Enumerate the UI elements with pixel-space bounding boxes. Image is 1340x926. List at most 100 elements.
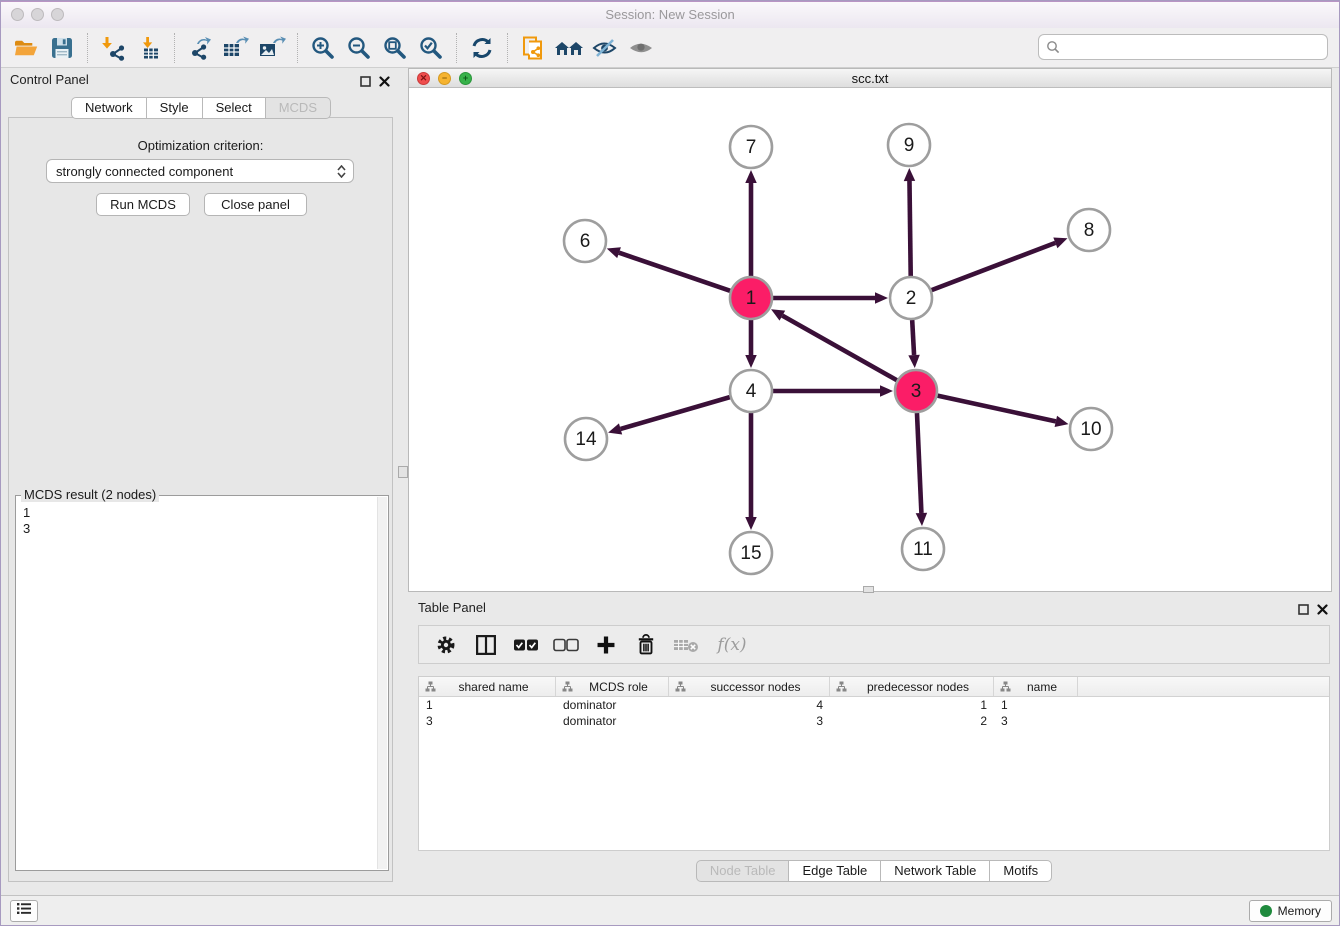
- result-scrollbar[interactable]: [377, 497, 387, 869]
- splitter-grip[interactable]: [398, 466, 408, 478]
- search-input[interactable]: [1064, 39, 1327, 56]
- tab-style[interactable]: Style: [147, 97, 203, 119]
- tree-icon: [1000, 681, 1011, 692]
- close-panel-icon[interactable]: [379, 74, 390, 92]
- export-image-icon[interactable]: [254, 31, 290, 65]
- export-network-icon[interactable]: [182, 31, 218, 65]
- column-header-successor-nodes[interactable]: successor nodes: [669, 677, 830, 696]
- network-title: scc.txt: [409, 71, 1331, 86]
- arrowhead-icon: [875, 292, 888, 304]
- arrowhead-icon: [745, 170, 757, 183]
- zoom-out-icon[interactable]: [341, 31, 377, 65]
- float-panel-icon[interactable]: [360, 74, 371, 92]
- arrowhead-icon: [908, 355, 919, 368]
- unselect-all-icon[interactable]: [549, 629, 583, 661]
- add-column-icon[interactable]: [589, 629, 623, 661]
- column-header-predecessor-nodes[interactable]: predecessor nodes: [830, 677, 994, 696]
- arrowhead-icon: [880, 385, 893, 397]
- table-cell: 2: [830, 714, 994, 728]
- network-graph[interactable]: 7968124314101511: [409, 87, 1331, 591]
- import-network-icon[interactable]: [95, 31, 131, 65]
- export-table-icon[interactable]: [218, 31, 254, 65]
- status-bar: Memory: [0, 895, 1340, 926]
- toolbar-separator: [87, 33, 88, 63]
- arrowhead-icon: [745, 517, 757, 530]
- arrowhead-icon: [904, 168, 915, 181]
- zoom-in-icon[interactable]: [305, 31, 341, 65]
- column-header-shared-name[interactable]: shared name: [419, 677, 556, 696]
- list-icon: [16, 902, 32, 920]
- table-panel: Table Panel f(x) shared nameMCDS rol: [408, 596, 1340, 890]
- node-label-8: 8: [1084, 220, 1095, 241]
- tab-network-table[interactable]: Network Table: [881, 860, 990, 882]
- table-cell: dominator: [556, 698, 669, 712]
- mcds-result-line: 3: [17, 521, 387, 537]
- zoom-selected-icon[interactable]: [413, 31, 449, 65]
- table-cell: 3: [419, 714, 556, 728]
- task-history-button[interactable]: [10, 900, 38, 922]
- table-cell: 1: [994, 698, 1078, 712]
- duplicate-network-icon[interactable]: [515, 31, 551, 65]
- node-label-15: 15: [740, 543, 761, 564]
- memory-button[interactable]: Memory: [1249, 900, 1332, 922]
- edge-3-10[interactable]: [937, 396, 1055, 422]
- show-eye-icon[interactable]: [623, 31, 659, 65]
- table-row[interactable]: 3dominator323: [419, 713, 1329, 729]
- tab-node-table[interactable]: Node Table: [696, 860, 790, 882]
- edge-2-3[interactable]: [912, 320, 914, 355]
- arrowhead-icon: [745, 355, 757, 368]
- select-all-icon[interactable]: [509, 629, 543, 661]
- mcds-result-line: 1: [17, 505, 387, 521]
- close-table-panel-icon[interactable]: [1317, 602, 1328, 620]
- table-header-row: shared nameMCDS rolesuccessor nodesprede…: [419, 677, 1329, 697]
- home-icon[interactable]: [551, 31, 587, 65]
- edge-4-14[interactable]: [621, 397, 730, 429]
- column-header-name[interactable]: name: [994, 677, 1078, 696]
- refresh-icon[interactable]: [464, 31, 500, 65]
- node-label-14: 14: [575, 429, 597, 450]
- edge-3-11[interactable]: [917, 413, 921, 513]
- tab-mcds[interactable]: MCDS: [266, 97, 331, 119]
- network-canvas-wrap[interactable]: 7968124314101511: [409, 87, 1331, 591]
- column-header-MCDS-role[interactable]: MCDS role: [556, 677, 669, 696]
- delete-column-icon[interactable]: [629, 629, 663, 661]
- search-box[interactable]: [1038, 34, 1328, 60]
- table-cell: dominator: [556, 714, 669, 728]
- tab-motifs[interactable]: Motifs: [990, 860, 1052, 882]
- show-columns-icon[interactable]: [469, 629, 503, 661]
- optimization-criterion-select[interactable]: strongly connected component: [46, 159, 354, 183]
- tab-network[interactable]: Network: [71, 97, 147, 119]
- tree-icon: [675, 681, 686, 692]
- node-label-3: 3: [911, 381, 922, 402]
- close-panel-button[interactable]: Close panel: [204, 193, 307, 216]
- function-builder-icon[interactable]: f(x): [709, 629, 755, 661]
- edge-2-9[interactable]: [909, 181, 910, 276]
- selected-criterion: strongly connected component: [47, 164, 331, 179]
- settings-gear-icon[interactable]: [429, 629, 463, 661]
- zoom-fit-icon[interactable]: [377, 31, 413, 65]
- node-table[interactable]: shared nameMCDS rolesuccessor nodesprede…: [418, 676, 1330, 851]
- network-titlebar[interactable]: ✕ − + scc.txt: [409, 69, 1331, 88]
- table-toolbar: f(x): [418, 625, 1330, 664]
- edge-2-8[interactable]: [932, 243, 1056, 290]
- arrowhead-icon: [1053, 237, 1067, 248]
- tab-select[interactable]: Select: [203, 97, 266, 119]
- run-mcds-button[interactable]: Run MCDS: [96, 193, 190, 216]
- delete-table-icon[interactable]: [669, 629, 703, 661]
- toolbar-separator: [507, 33, 508, 63]
- toolbar-separator: [297, 33, 298, 63]
- node-label-6: 6: [580, 231, 591, 252]
- control-panel: Control Panel NetworkStyleSelectMCDS Opt…: [0, 68, 402, 896]
- edge-3-1[interactable]: [782, 316, 896, 381]
- table-row[interactable]: 1dominator411: [419, 697, 1329, 713]
- network-view-window: ✕ − + scc.txt 7968124314101511: [408, 68, 1332, 592]
- edge-1-6[interactable]: [619, 253, 730, 291]
- window-title: Session: New Session: [0, 7, 1340, 22]
- float-table-panel-icon[interactable]: [1298, 602, 1309, 620]
- tab-edge-table[interactable]: Edge Table: [789, 860, 881, 882]
- hide-eye-icon[interactable]: [587, 31, 623, 65]
- save-session-icon[interactable]: [44, 31, 80, 65]
- network-scrollbar-grip[interactable]: [863, 586, 874, 593]
- open-session-icon[interactable]: [8, 31, 44, 65]
- import-table-icon[interactable]: [131, 31, 167, 65]
